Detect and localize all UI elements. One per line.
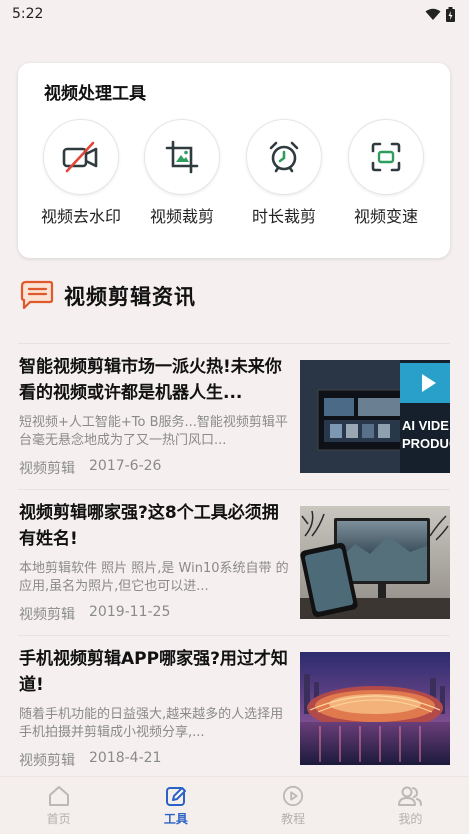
tool-duration-crop[interactable]: 时长裁剪 <box>234 119 334 227</box>
edit-icon <box>165 786 186 806</box>
news-title: 智能视频剪辑市场一派火热!未来你看的视频或许都是机器人生... <box>19 357 282 403</box>
news-date: 2017-6-26 <box>89 458 162 474</box>
news-meta: 视频剪辑 2018-4-21 <box>19 750 161 770</box>
news-item[interactable]: 智能视频剪辑市场一派火热!未来你看的视频或许都是机器人生... 短视频+人工智能… <box>18 343 450 489</box>
news-thumbnail <box>300 506 450 619</box>
news-title: 手机视频剪辑APP哪家强?用过才知道! <box>19 649 288 695</box>
news-meta: 视频剪辑 2017-6-26 <box>19 458 161 478</box>
crop-image-icon <box>165 140 199 174</box>
video-off-icon <box>62 141 98 173</box>
tool-circle <box>246 119 322 195</box>
status-bar: 5:22 <box>0 0 469 28</box>
section-title: 视频剪辑资讯 <box>64 284 196 309</box>
news-desc: 随着手机功能的日益强大,越来越多的人选择用手机拍摄并剪辑成小视频分享,... <box>19 707 284 740</box>
nav-label: 我的 <box>398 811 423 826</box>
tool-label: 视频裁剪 <box>149 207 214 226</box>
news-item[interactable]: 视频剪辑哪家强?这8个工具必须拥有姓名! 本地剪辑软件 照片 照片,是 Win1… <box>18 489 450 635</box>
tool-video-watermark-remove[interactable]: 视频去水印 <box>31 119 131 227</box>
news-category: 视频剪辑 <box>19 607 75 623</box>
tools-title: 视频处理工具 <box>44 84 146 104</box>
nav-home[interactable]: 首页 <box>0 777 117 834</box>
news-category: 视频剪辑 <box>19 461 75 477</box>
bottom-nav: 首页 工具 教程 我的 <box>0 776 469 834</box>
tool-circle <box>348 119 424 195</box>
thumb-caption: AI VIDE <box>402 418 449 433</box>
tool-label: 视频变速 <box>353 207 418 226</box>
user-group-icon <box>398 786 423 806</box>
home-icon <box>48 785 69 806</box>
nav-tools[interactable]: 工具 <box>117 777 234 834</box>
news-category: 视频剪辑 <box>19 753 75 769</box>
news-title: 视频剪辑哪家强?这8个工具必须拥有姓名! <box>19 503 279 549</box>
tools-card: 视频处理工具 视频去水印 视频裁剪 时长裁剪 视频变速 <box>18 63 450 258</box>
alarm-clock-icon <box>269 141 299 173</box>
wifi-icon <box>425 8 441 20</box>
news-date: 2019-11-25 <box>89 604 171 620</box>
news-date: 2018-4-21 <box>89 750 162 766</box>
news-thumbnail: AI VIDE PRODUC <box>300 360 450 473</box>
news-chat-icon <box>20 280 54 310</box>
tool-video-crop[interactable]: 视频裁剪 <box>132 119 232 227</box>
tool-circle <box>144 119 220 195</box>
nav-label: 教程 <box>281 811 306 826</box>
tool-label: 时长裁剪 <box>251 207 316 226</box>
news-thumbnail <box>300 652 450 765</box>
tool-video-speed[interactable]: 视频变速 <box>336 119 436 227</box>
nav-label: 首页 <box>46 811 71 826</box>
status-icons <box>425 6 455 22</box>
play-circle-icon <box>283 785 304 806</box>
news-section-header: 视频剪辑资讯 <box>20 276 196 316</box>
news-desc: 短视频+人工智能+To B服务...智能视频剪辑平台毫无悬念地成为了又一热门风口… <box>19 415 288 448</box>
status-time: 5:22 <box>12 6 44 22</box>
battery-icon <box>446 6 455 22</box>
news-meta: 视频剪辑 2019-11-25 <box>19 604 170 624</box>
tool-circle <box>43 119 119 195</box>
news-item[interactable]: 手机视频剪辑APP哪家强?用过才知道! 随着手机功能的日益强大,越来越多的人选择… <box>18 635 450 781</box>
news-desc: 本地剪辑软件 照片 照片,是 Win10系统自带 的应用,虽名为照片,但它也可以… <box>19 561 289 594</box>
nav-profile[interactable]: 我的 <box>352 777 469 834</box>
thumb-caption: PRODUC <box>402 436 450 451</box>
nav-tutorial[interactable]: 教程 <box>235 777 352 834</box>
tool-label: 视频去水印 <box>40 207 121 226</box>
nav-label: 工具 <box>163 811 188 826</box>
scan-frame-icon <box>371 142 401 172</box>
